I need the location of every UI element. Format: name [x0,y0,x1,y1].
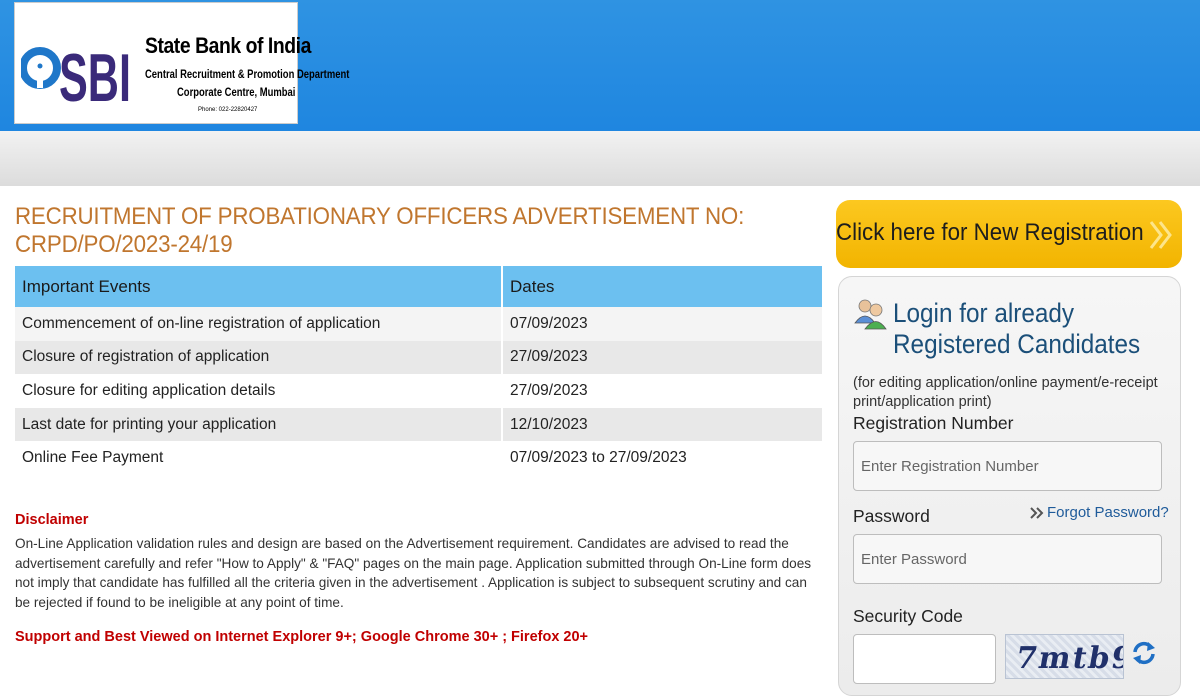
login-subtitle: (for editing application/online payment/… [853,375,1158,410]
double-chevron-right-icon [1030,507,1044,519]
disclaimer-title: Disclaimer [15,512,89,528]
security-code-label: Security Code [853,606,963,626]
security-code-input[interactable] [853,634,996,684]
disclaimer-text: On-Line Application validation rules and… [15,536,812,610]
sbi-logo[interactable]: SBI State Bank of India Central Recruitm… [14,2,349,124]
bank-name: State Bank of India [145,33,311,58]
forgot-password-link[interactable]: Forgot Password? [1030,504,1169,521]
header-important-events: Important Events [15,266,503,307]
registration-number-input[interactable] [853,441,1162,491]
centre-name: Corporate Centre, Mumbai [177,87,296,99]
captcha-text: 7mtb9 [1012,641,1124,676]
table-header-row: Important Events Dates [15,266,824,307]
event-cell: Online Fee Payment [15,441,503,475]
refresh-icon[interactable] [1131,640,1157,666]
password-label: Password [853,506,930,526]
date-cell: 12/10/2023 [502,407,824,442]
browser-support-note: Support and Best Viewed on Internet Expl… [15,629,589,645]
password-input[interactable] [853,534,1162,584]
important-events-table: Important Events Dates Commencement of o… [15,266,824,475]
login-title: Login for already Registered Candidates [893,298,1140,360]
event-cell: Commencement of on-line registration of … [15,307,503,341]
registration-number-label: Registration Number [853,413,1014,433]
event-cell: Last date for printing your application [15,407,503,442]
forgot-password-label: Forgot Password? [1047,504,1169,521]
table-row: Closure for editing application details … [15,374,824,408]
captcha-image: 7mtb9 [1005,634,1124,679]
table-row: Last date for printing your application … [15,407,824,442]
login-title-line1: Login for already [893,298,1075,328]
header-dates: Dates [502,266,824,307]
date-cell: 07/09/2023 to 27/09/2023 [502,441,824,475]
double-chevron-right-icon [1149,221,1172,249]
users-icon [854,299,887,330]
sbi-logo-icon: SBI [21,40,131,109]
date-cell: 27/09/2023 [502,340,824,375]
nav-band [0,131,1200,186]
date-cell: 27/09/2023 [502,374,824,408]
new-registration-button[interactable]: Click here for New Registration [836,200,1182,268]
logo-text: SBI [59,40,131,109]
department-name: Central Recruitment & Promotion Departme… [145,69,350,81]
site-header: SBI State Bank of India Central Recruitm… [0,0,1200,131]
event-cell: Closure of registration of application [15,340,503,375]
table-row: Closure of registration of application 2… [15,340,824,375]
new-registration-label: Click here for New Registration [836,219,1144,246]
table-row: Online Fee Payment 07/09/2023 to 27/09/2… [15,441,824,475]
date-cell: 07/09/2023 [502,307,824,341]
login-title-line2: Registered Candidates [893,329,1141,359]
phone-number: Phone: 022-22820427 [198,107,258,113]
page-title: RECRUITMENT OF PROBATIONARY OFFICERS ADV… [15,203,745,258]
table-row: Commencement of on-line registration of … [15,307,824,341]
event-cell: Closure for editing application details [15,374,503,408]
